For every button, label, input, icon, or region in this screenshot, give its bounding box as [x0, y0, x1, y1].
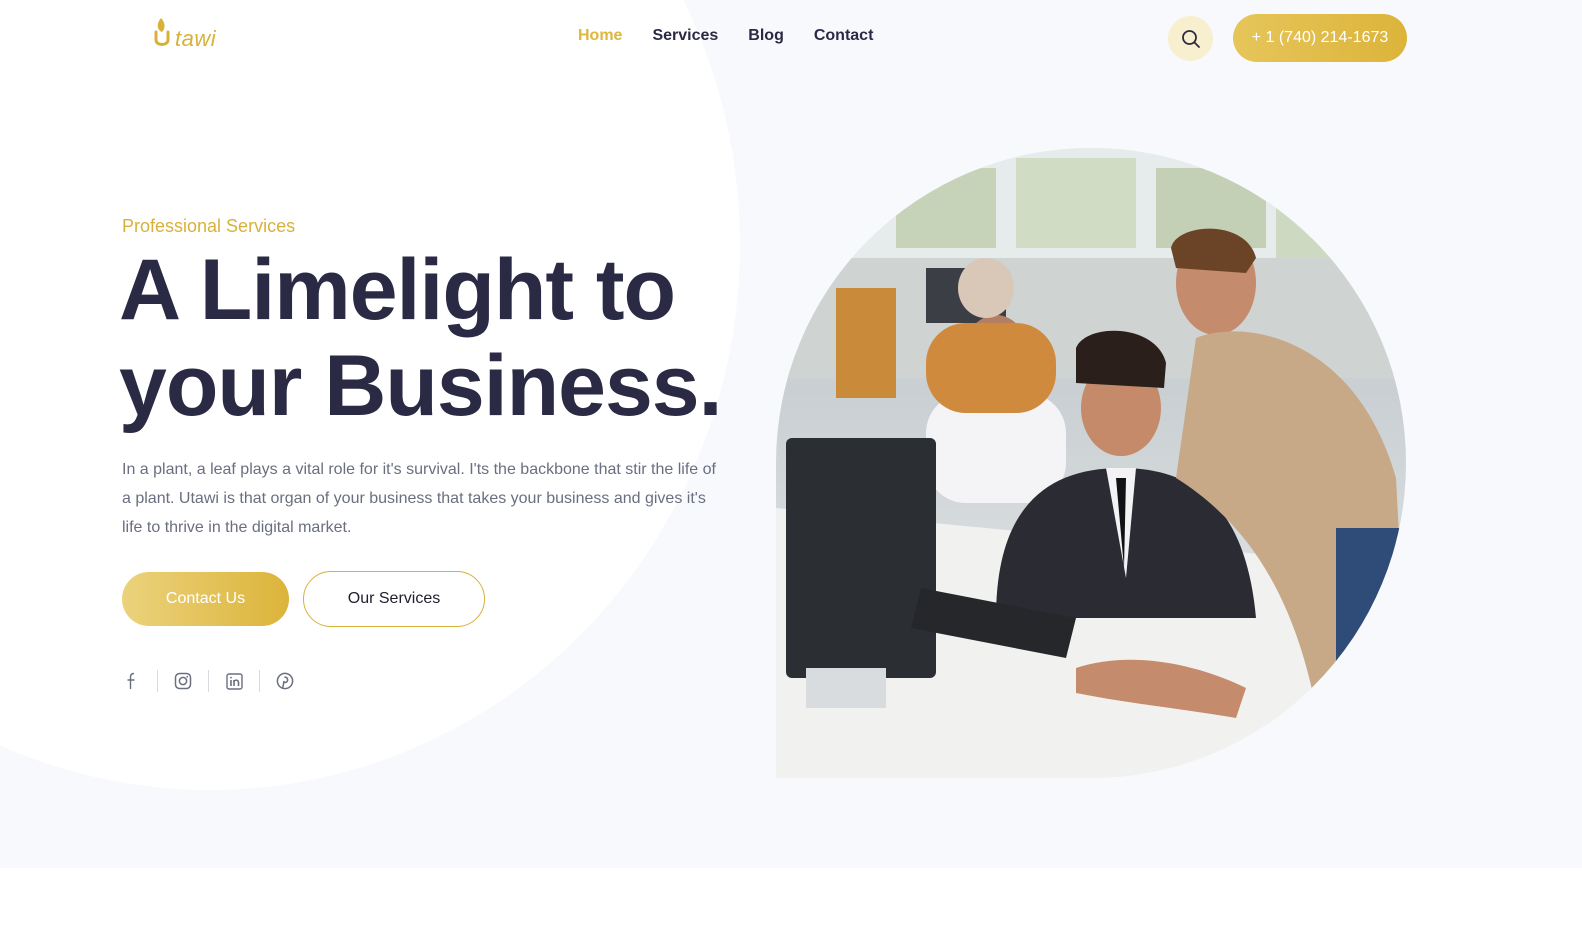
search-icon [1181, 29, 1200, 48]
nav-blog[interactable]: Blog [748, 27, 784, 45]
hero-photo [776, 148, 1406, 778]
social-divider [259, 670, 260, 692]
hero-description: In a plant, a leaf plays a vital role fo… [122, 461, 716, 536]
social-links [122, 668, 295, 694]
linkedin-icon[interactable] [224, 668, 244, 694]
social-divider [157, 670, 158, 692]
nav-contact[interactable]: Contact [814, 27, 874, 45]
phone-button[interactable]: + 1 (740) 214-1673 [1233, 14, 1407, 62]
search-button[interactable] [1168, 16, 1213, 61]
office-scene-illustration [776, 148, 1406, 778]
logo[interactable]: tawi [154, 14, 216, 50]
hero-headline-line-2: your Business. [119, 338, 723, 434]
main-nav: Home Services Blog Contact [578, 27, 873, 45]
nav-services[interactable]: Services [652, 27, 718, 45]
instagram-icon[interactable] [173, 668, 193, 694]
our-services-button[interactable]: Our Services [303, 571, 485, 627]
nav-home[interactable]: Home [578, 27, 622, 45]
logo-leaf-icon [154, 18, 170, 46]
logo-text: tawi [175, 26, 217, 51]
contact-us-button[interactable]: Contact Us [122, 572, 289, 626]
social-divider [208, 670, 209, 692]
hero-headline: A Limelight to your Business. [119, 242, 759, 434]
hero-eyebrow: Professional Services [122, 216, 296, 236]
pinterest-icon[interactable] [275, 668, 295, 694]
facebook-icon[interactable] [122, 668, 142, 694]
hero-headline-line-1: A Limelight to [119, 242, 676, 338]
